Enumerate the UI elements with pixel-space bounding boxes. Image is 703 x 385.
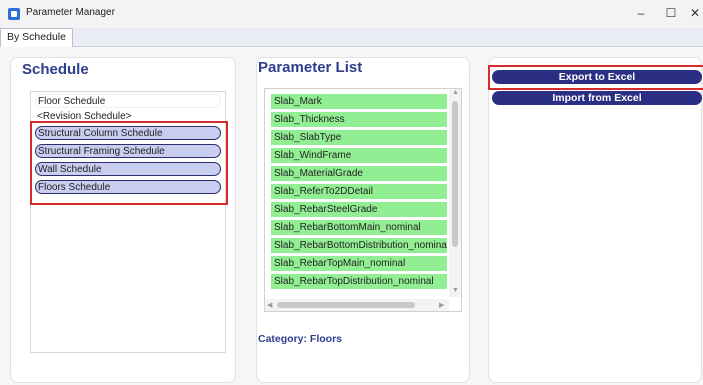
parameter-item[interactable]: Slab_Mark [271, 94, 447, 109]
horizontal-scroll-thumb[interactable] [277, 302, 415, 308]
schedule-item-structural-column[interactable]: Structural Column Schedule [35, 126, 221, 140]
window-title: Parameter Manager [26, 7, 115, 18]
title-bar: Parameter Manager – ☐ ✕ [0, 0, 703, 28]
vertical-scrollbar[interactable]: ▲ ▼ [449, 89, 461, 297]
horizontal-scrollbar[interactable]: ◀ ▶ [265, 299, 449, 311]
parameter-item[interactable]: Slab_RebarTopMain_nominal [271, 256, 447, 271]
maximize-icon[interactable]: ☐ [660, 4, 682, 22]
schedule-item-floors[interactable]: Floors Schedule [35, 180, 221, 194]
parameter-item[interactable]: Slab_RebarTopDistribution_nominal [271, 274, 447, 289]
schedule-item-wall[interactable]: Wall Schedule [35, 162, 221, 176]
parameter-item[interactable]: Slab_WindFrame [271, 148, 447, 163]
parameter-item[interactable]: Slab_ReferTo2DDetail [271, 184, 447, 199]
parameter-item[interactable]: Slab_SlabType [271, 130, 447, 145]
schedule-list[interactable]: Floor Schedule <Revision Schedule> Struc… [30, 91, 226, 353]
parameter-item[interactable]: Slab_RebarBottomDistribution_nominal [271, 238, 447, 253]
parameter-heading: Parameter List [258, 59, 363, 76]
category-label: Category: Floors [258, 333, 343, 345]
schedule-heading: Schedule [22, 61, 89, 78]
parameter-list[interactable]: Slab_Mark Slab_Thickness Slab_SlabType S… [264, 88, 462, 312]
import-from-excel-button[interactable]: Import from Excel [492, 91, 702, 105]
scroll-right-icon[interactable]: ▶ [439, 301, 444, 309]
scroll-left-icon[interactable]: ◀ [267, 301, 272, 309]
parameter-item[interactable]: Slab_RebarSteelGrade [271, 202, 447, 217]
schedule-item-structural-framing[interactable]: Structural Framing Schedule [35, 144, 221, 158]
tab-strip: By Schedule [0, 28, 703, 47]
schedule-item-floor[interactable]: Floor Schedule [35, 94, 221, 108]
vertical-scroll-thumb[interactable] [452, 101, 458, 247]
schedule-item-revision[interactable]: <Revision Schedule> [35, 110, 221, 124]
tab-by-schedule[interactable]: By Schedule [0, 28, 73, 47]
actions-panel [488, 57, 702, 383]
minimize-icon[interactable]: – [630, 4, 652, 22]
parameter-item[interactable]: Slab_RebarBottomMain_nominal [271, 220, 447, 235]
export-to-excel-button[interactable]: Export to Excel [492, 70, 702, 84]
scroll-up-icon[interactable]: ▲ [452, 89, 459, 96]
close-icon[interactable]: ✕ [684, 4, 703, 22]
app-icon [8, 8, 20, 20]
parameter-item[interactable]: Slab_Thickness [271, 112, 447, 127]
parameter-item[interactable]: Slab_MaterialGrade [271, 166, 447, 181]
scroll-down-icon[interactable]: ▼ [452, 287, 459, 294]
